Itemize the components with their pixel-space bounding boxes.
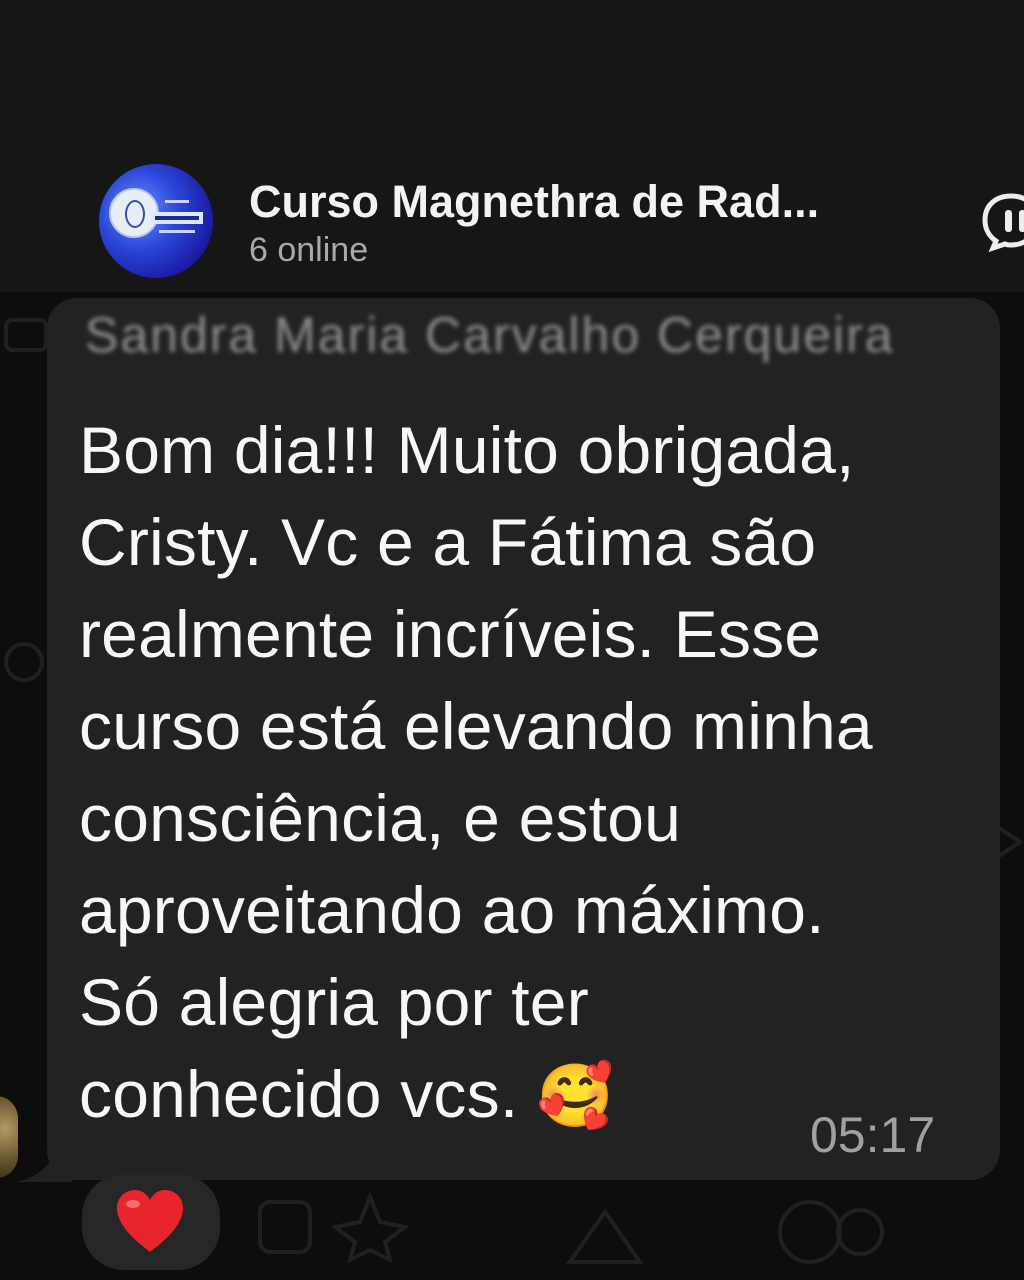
wallpaper-doodle xyxy=(778,1200,884,1264)
wallpaper-doodle xyxy=(566,1208,644,1264)
message-line: conhecido vcs. xyxy=(79,1057,519,1131)
group-avatar[interactable] xyxy=(99,164,213,278)
heart-icon[interactable] xyxy=(113,1186,187,1256)
message-line: aproveitando ao máximo. xyxy=(79,873,825,947)
smiling-face-with-hearts-emoji: 🥰 xyxy=(536,1062,615,1131)
message-line: Bom dia!!! Muito obrigada, xyxy=(79,413,855,487)
message-line: consciência, e estou xyxy=(79,781,682,855)
message-text: Bom dia!!! Muito obrigada, Cristy. Vc e … xyxy=(79,404,979,1143)
message-timestamp: 05:17 xyxy=(810,1107,936,1163)
wallpaper-doodle xyxy=(330,1192,410,1262)
sender-name-blurred: Sandra Maria Carvalho Cerqueira xyxy=(85,307,895,363)
chat-title[interactable]: Curso Magnethra de Rad... xyxy=(249,176,939,228)
bubble-tail xyxy=(16,1152,72,1182)
sender-avatar[interactable] xyxy=(0,1096,18,1178)
avatar-logo-line xyxy=(159,230,195,233)
avatar-logo-ribbon xyxy=(151,212,203,224)
wallpaper-doodle xyxy=(258,1200,312,1254)
chat-bubble-icon[interactable] xyxy=(981,190,1024,252)
message-line: Só alegria por ter xyxy=(79,965,589,1039)
online-status: 6 online xyxy=(249,231,369,269)
message-line: curso está elevando minha xyxy=(79,689,873,763)
message-line: realmente incríveis. Esse xyxy=(79,597,822,671)
message-line: Cristy. Vc e a Fátima são xyxy=(79,505,817,579)
avatar-logo-line xyxy=(165,200,189,203)
